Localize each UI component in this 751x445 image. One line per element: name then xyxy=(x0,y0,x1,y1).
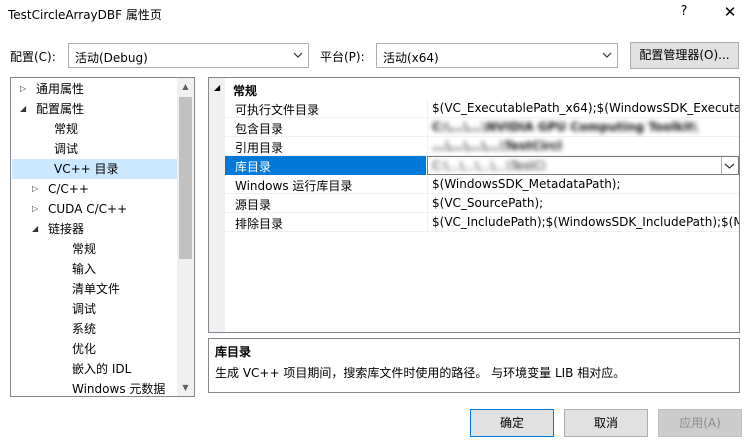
tree-item-label: VC++ 目录 xyxy=(54,162,119,176)
property-value-text: $(WindowsSDK_MetadataPath); xyxy=(432,177,621,191)
tree-item[interactable]: 嵌入的 IDL xyxy=(12,359,177,379)
property-name[interactable]: 库目录 xyxy=(225,156,426,175)
tree-item[interactable]: 常规 xyxy=(12,119,177,139)
property-row[interactable]: 包含目录 C:\...\...\NVIDIA GPU Computing Tool… xyxy=(225,118,739,137)
tree-item-label: 优化 xyxy=(72,342,97,356)
tree-item[interactable]: ▷ 通用属性 xyxy=(12,79,177,99)
tree-item-label: 输入 xyxy=(72,262,97,276)
tree-item[interactable]: 调试 xyxy=(12,139,177,159)
tree-item[interactable]: Windows 元数据 xyxy=(12,379,177,396)
property-row[interactable]: 引用目录 ...\...\...\...\TestCircl xyxy=(225,137,739,156)
apply-button[interactable]: 应用(A) xyxy=(658,409,742,437)
expand-triangle-icon[interactable]: ▷ xyxy=(32,179,38,199)
collapse-triangle-icon[interactable]: ◢ xyxy=(214,83,220,92)
tree-item[interactable]: 常规 xyxy=(12,239,177,259)
close-button[interactable]: ✕ xyxy=(715,3,745,25)
tree-item-label: 调试 xyxy=(72,302,97,316)
tree-item[interactable]: 优化 xyxy=(12,339,177,359)
title-bar: TestCircleArrayDBF 属性页 ? ✕ xyxy=(0,0,751,30)
property-value-text: $(VC_SourcePath); xyxy=(432,196,544,210)
property-name[interactable]: 引用目录 xyxy=(225,137,426,156)
description-text: 生成 VC++ 项目期间，搜索库文件时使用的路径。 与环境变量 LIB 相对应。 xyxy=(215,366,626,380)
expand-triangle-icon[interactable]: ▷ xyxy=(32,199,38,219)
property-value-text: $(VC_IncludePath);$(WindowsSDK_IncludePa… xyxy=(432,215,739,229)
redacted-value-text: C:\...\...\...\...\TestCi xyxy=(432,159,546,173)
grid-category-label: 常规 xyxy=(233,84,258,98)
scroll-down-icon[interactable]: ▼ xyxy=(177,379,194,396)
tree-item[interactable]: 清单文件 xyxy=(12,279,177,299)
tree-item[interactable]: 输入 xyxy=(12,259,177,279)
description-title: 库目录 xyxy=(215,345,252,359)
collapse-triangle-icon[interactable]: ◢ xyxy=(32,219,38,239)
configuration-manager-button[interactable]: 配置管理器(O)... xyxy=(630,42,739,69)
value-dropdown-button[interactable] xyxy=(721,157,738,174)
property-name[interactable]: 排除目录 xyxy=(225,213,426,232)
help-button[interactable]: ? xyxy=(672,4,696,24)
tree-item[interactable]: ◢ 链接器 xyxy=(12,219,177,239)
tree-item-label: 配置属性 xyxy=(36,102,85,116)
property-value[interactable]: $(VC_SourcePath); xyxy=(427,194,739,213)
tree-item-label: 调试 xyxy=(54,142,79,156)
property-value[interactable]: $(VC_ExecutablePath_x64);$(WindowsSDK_Ex… xyxy=(427,99,739,118)
tree-item[interactable]: ◢ 配置属性 xyxy=(12,99,177,119)
property-row[interactable]: 库目录 C:\...\...\...\...\TestCi xyxy=(225,156,739,175)
property-value[interactable]: C:\...\...\NVIDIA GPU Computing Toolkit\ xyxy=(427,118,739,137)
property-value[interactable]: ...\...\...\...\TestCircl xyxy=(427,137,739,156)
property-value[interactable]: $(WindowsSDK_MetadataPath); xyxy=(427,175,739,194)
property-row[interactable]: 排除目录 $(VC_IncludePath);$(WindowsSDK_Inclu… xyxy=(225,213,739,232)
scrollbar-thumb[interactable] xyxy=(179,97,192,259)
property-name[interactable]: 包含目录 xyxy=(225,118,426,137)
chevron-down-icon xyxy=(293,52,303,58)
tree-item[interactable]: ▷ CUDA C/C++ xyxy=(12,199,177,219)
expand-triangle-icon[interactable]: ▷ xyxy=(20,79,26,99)
description-pane: 库目录 生成 VC++ 项目期间，搜索库文件时使用的路径。 与环境变量 LIB … xyxy=(208,338,740,393)
grid-gutter xyxy=(209,78,225,332)
tree-item[interactable]: 系统 xyxy=(12,319,177,339)
property-name[interactable]: 源目录 xyxy=(225,194,426,213)
property-row[interactable]: Windows 运行库目录 $(WindowsSDK_MetadataPath); xyxy=(225,175,739,194)
window-title: TestCircleArrayDBF 属性页 xyxy=(8,8,162,22)
tree-scrollbar[interactable]: ▲ ▼ xyxy=(177,78,194,396)
tree-item-label: CUDA C/C++ xyxy=(48,202,128,216)
platform-dropdown[interactable]: 活动(x64) xyxy=(376,43,618,68)
platform-dropdown-value: 活动(x64) xyxy=(383,51,439,65)
property-grid: ◢ 常规 可执行文件目录 $(VC_ExecutablePath_x64);$(W… xyxy=(208,77,740,333)
tree-item-label: 链接器 xyxy=(48,222,85,236)
property-tree[interactable]: ▷ 通用属性 ◢ 配置属性 常规 调试 VC++ 目录 ▷ C/C++ ▷ CUDA C/C++ ◢ 链… xyxy=(10,77,195,397)
redacted-value-text: C:\...\...\NVIDIA GPU Computing Toolkit\ xyxy=(432,120,698,134)
tree-item-label: 常规 xyxy=(54,122,79,136)
tree-item-label: 常规 xyxy=(72,242,97,256)
redacted-value-text: ...\...\...\...\TestCircl xyxy=(432,139,562,153)
collapse-triangle-icon[interactable]: ◢ xyxy=(20,99,26,119)
cancel-button[interactable]: 取消 xyxy=(564,409,648,437)
platform-label: 平台(P): xyxy=(320,50,365,64)
tree-item-label: 系统 xyxy=(72,322,97,336)
tree-item-label: Windows 元数据 xyxy=(72,382,166,396)
tree-item-label: 嵌入的 IDL xyxy=(72,362,132,376)
ok-button[interactable]: 确定 xyxy=(470,409,554,437)
tree-item-label: 清单文件 xyxy=(72,282,121,296)
config-dropdown-value: 活动(Debug) xyxy=(75,51,148,65)
property-value-text: $(VC_ExecutablePath_x64);$(WindowsSDK_Ex… xyxy=(432,101,739,115)
chevron-down-icon xyxy=(602,52,612,58)
tree-item[interactable]: 调试 xyxy=(12,299,177,319)
property-name[interactable]: Windows 运行库目录 xyxy=(225,175,426,194)
tree-item-label: 通用属性 xyxy=(36,82,85,96)
property-value[interactable]: $(VC_IncludePath);$(WindowsSDK_IncludePa… xyxy=(427,213,739,232)
property-row[interactable]: 可执行文件目录 $(VC_ExecutablePath_x64);$(Window… xyxy=(225,99,739,118)
tree-item-label: C/C++ xyxy=(48,182,89,196)
config-dropdown[interactable]: 活动(Debug) xyxy=(68,43,309,68)
property-value[interactable]: C:\...\...\...\...\TestCi xyxy=(427,156,739,175)
property-name[interactable]: 可执行文件目录 xyxy=(225,99,426,118)
chevron-down-icon xyxy=(724,163,735,169)
property-row[interactable]: 源目录 $(VC_SourcePath); xyxy=(225,194,739,213)
grid-category-row[interactable]: ◢ 常规 xyxy=(209,80,739,99)
configuration-row: 配置(C): 活动(Debug) 平台(P): 活动(x64) 配置管理器(O)… xyxy=(0,42,751,70)
scroll-up-icon[interactable]: ▲ xyxy=(177,78,194,95)
tree-item[interactable]: VC++ 目录 xyxy=(12,159,177,179)
config-label: 配置(C): xyxy=(10,50,56,64)
tree-item[interactable]: ▷ C/C++ xyxy=(12,179,177,199)
